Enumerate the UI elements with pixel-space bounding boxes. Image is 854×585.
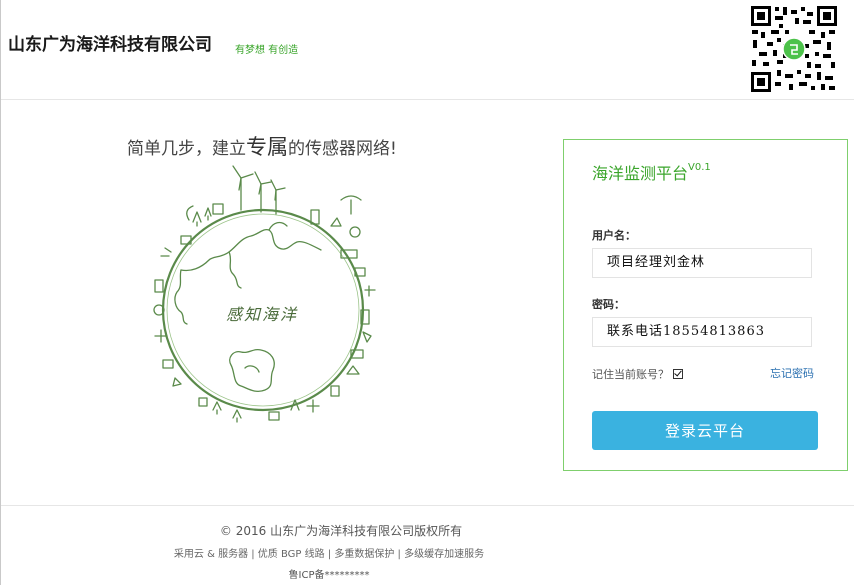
- password-input[interactable]: 联系电话18554813863: [592, 317, 812, 347]
- remember-account: 记住当前账号？: [592, 366, 683, 382]
- qr-code-icon: [749, 4, 839, 94]
- password-label: 密码：: [592, 298, 625, 311]
- site-header: 山东广为海洋科技有限公司 有梦想 有创造: [1, 0, 854, 100]
- globe-text: 感知海洋: [226, 305, 299, 324]
- remember-checkbox[interactable]: [673, 369, 683, 379]
- company-name: 山东广为海洋科技有限公司: [8, 35, 212, 55]
- footer-services: 采用云 & 服务器 | 优质 BGP 线路 | 多重数据保护 | 多级缓存加速服…: [173, 549, 485, 560]
- platform-title-text: 海洋监测平台: [592, 164, 689, 183]
- footer-divider: [1, 505, 854, 506]
- tagline-pre: 简单几步，建立: [127, 139, 246, 159]
- login-button[interactable]: 登录云平台: [592, 411, 818, 450]
- login-page: 山东广为海洋科技有限公司 有梦想 有创造 简单几步，建立专属的传感器网络! 感知…: [0, 0, 854, 585]
- remember-label: 记住当前账号？: [592, 368, 669, 381]
- tagline-post: 的传感器网络!: [288, 139, 397, 159]
- globe-illustration: [153, 165, 376, 423]
- login-panel: 海洋监测平台V0.1 用户名： 项目经理刘金林 密码： 联系电话18554813…: [563, 139, 848, 471]
- company-slogan: 有梦想 有创造: [235, 45, 299, 56]
- forgot-password-link[interactable]: 忘记密码: [770, 365, 814, 381]
- hero-tagline: 简单几步，建立专属的传感器网络!: [127, 131, 397, 161]
- tagline-emphasis: 专属: [246, 135, 288, 159]
- footer-copyright: © 2016 山东广为海洋科技有限公司版权所有: [219, 524, 463, 538]
- platform-version: V0.1: [688, 161, 711, 173]
- platform-title: 海洋监测平台V0.1: [592, 160, 711, 184]
- username-input[interactable]: 项目经理刘金林: [592, 248, 812, 278]
- footer-icp: 鲁ICP备*********: [288, 570, 370, 581]
- username-label: 用户名：: [592, 229, 636, 242]
